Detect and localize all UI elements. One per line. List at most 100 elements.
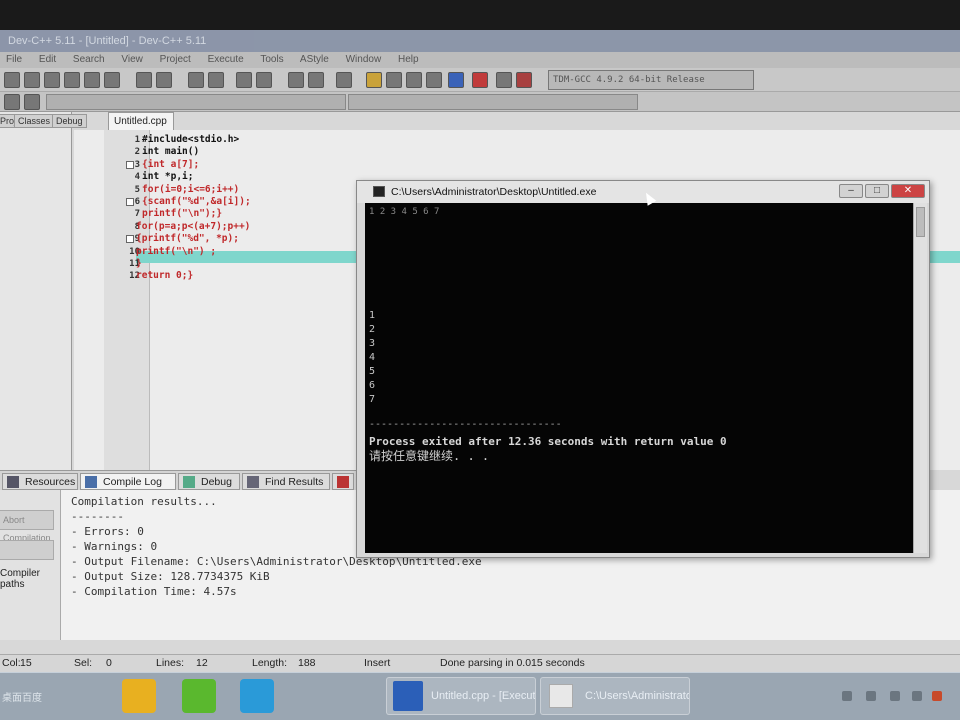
status-col-label: Col:	[2, 657, 21, 669]
code-text: {scanf("%d",&a[i]);	[142, 196, 251, 207]
tray-icon[interactable]	[866, 691, 876, 701]
status-length-label: Length:	[252, 657, 288, 669]
menu-file[interactable]: File	[6, 54, 22, 65]
tab-debug[interactable]: Debug	[178, 473, 240, 490]
run-icon[interactable]	[386, 72, 402, 88]
save-icon[interactable]	[44, 72, 60, 88]
compile-run-icon[interactable]	[406, 72, 422, 88]
toggle-icon[interactable]	[24, 94, 40, 110]
undo-icon[interactable]	[136, 72, 152, 88]
insert-icon[interactable]	[4, 94, 20, 110]
taskbar-devcpp[interactable]: Untitled.cpp - [Executing] - Dev-C++ 5.1…	[386, 677, 536, 715]
line-number: 5	[134, 184, 140, 195]
tab-resources-label: Resources	[25, 476, 76, 488]
taskbar: 桌面百度 Untitled.cpp - [Executing] - Dev-C+…	[0, 672, 960, 720]
print-icon[interactable]	[104, 72, 120, 88]
code-line: 3 {int a[7];	[74, 159, 960, 171]
menu-edit[interactable]: Edit	[39, 54, 56, 65]
menu-search[interactable]: Search	[73, 54, 105, 65]
unindent-icon[interactable]	[256, 72, 272, 88]
console-output[interactable]: 1 2 3 4 5 6 7 1 2 3 4 5 6 7 ------------…	[365, 203, 913, 553]
profile-icon[interactable]	[496, 72, 512, 88]
goto-line-icon[interactable]	[308, 72, 324, 88]
tab-compile-log[interactable]: Compile Log	[80, 473, 176, 490]
tab-compile-log-label: Compile Log	[103, 476, 162, 488]
ide-title-bar: Dev-C++ 5.11 - [Untitled] - Dev-C++ 5.11	[0, 30, 960, 52]
tab-classes[interactable]: Classes	[14, 114, 55, 128]
code-line: 1 #include<stdio.h>	[74, 134, 960, 146]
member-combo[interactable]	[348, 94, 638, 110]
log-line: - Errors: 0	[71, 525, 144, 538]
console-input-line: 1 2 3 4 5 6 7	[369, 207, 440, 217]
debug-icon[interactable]	[516, 72, 532, 88]
tab-resources[interactable]: Resources	[2, 473, 78, 490]
resources-icon	[7, 476, 19, 488]
log-line: --------	[71, 510, 124, 523]
console-press-key: 请按任意键继续. . .	[369, 449, 490, 463]
iqiyi-icon[interactable]	[182, 679, 216, 713]
tab-find-results[interactable]: Find Results	[242, 473, 330, 490]
console-app-icon	[549, 684, 573, 708]
bottom-tabs: Resources Compile Log Debug Find Results	[0, 470, 360, 490]
close-button[interactable]: ✕	[891, 184, 925, 198]
main-toolbar: TDM-GCC 4.9.2 64-bit Release	[0, 68, 960, 92]
editor-tab-untitled[interactable]: Untitled.cpp	[108, 112, 174, 130]
scrollbar-thumb[interactable]	[916, 207, 925, 237]
console-output-line: 4	[369, 352, 376, 363]
class-combo[interactable]	[46, 94, 346, 110]
line-number: 1	[134, 135, 140, 145]
save-all-icon[interactable]	[64, 72, 80, 88]
check-syntax-icon[interactable]	[448, 72, 464, 88]
tab-close[interactable]	[332, 473, 354, 490]
rebuild-icon[interactable]	[426, 72, 442, 88]
fold-toggle-icon[interactable]	[126, 235, 134, 244]
volume-icon[interactable]	[932, 691, 942, 701]
menu-project[interactable]: Project	[160, 54, 191, 65]
tray-icon[interactable]	[842, 691, 852, 701]
minimize-button[interactable]: ‒	[839, 184, 863, 198]
new-file-icon[interactable]	[4, 72, 20, 88]
network-icon[interactable]	[912, 691, 922, 701]
taskbar-console[interactable]: C:\Users\Administrator\Desktop\Untitled.…	[540, 677, 690, 715]
log-sidebar: Abort Compilation Compiler paths	[0, 490, 60, 640]
replace-icon[interactable]	[208, 72, 224, 88]
tray-icon[interactable]	[890, 691, 900, 701]
fold-toggle-icon[interactable]	[126, 160, 134, 169]
new-project-icon[interactable]	[336, 72, 352, 88]
find-icon[interactable]	[188, 72, 204, 88]
console-scrollbar[interactable]	[913, 203, 927, 553]
bookmark-icon[interactable]	[288, 72, 304, 88]
menu-window[interactable]: Window	[346, 54, 382, 65]
baidu-app-icon[interactable]	[122, 679, 156, 713]
ide-title: Dev-C++ 5.11 - [Untitled] - Dev-C++ 5.11	[8, 35, 207, 47]
code-text: return 0;}	[136, 270, 194, 282]
taskbar-console-label: C:\Users\Administrator\Desktop\Untitled.…	[585, 690, 690, 702]
menu-execute[interactable]: Execute	[208, 54, 244, 65]
line-number: 7	[134, 209, 140, 220]
console-exit-message: Process exited after 12.36 seconds with …	[369, 435, 727, 448]
code-text: #include<stdio.h>	[142, 134, 240, 145]
indent-icon[interactable]	[236, 72, 252, 88]
compile-icon[interactable]	[366, 72, 382, 88]
fold-toggle-icon[interactable]	[126, 198, 134, 206]
stop-icon[interactable]	[472, 72, 488, 88]
open-file-icon[interactable]	[24, 72, 40, 88]
menu-bar: File Edit Search View Project Execute To…	[0, 52, 960, 68]
tab-debug-left[interactable]: Debug	[52, 114, 87, 128]
console-window[interactable]: C:\Users\Administrator\Desktop\Untitled.…	[356, 180, 930, 558]
redo-icon[interactable]	[156, 72, 172, 88]
browser-icon[interactable]	[240, 679, 274, 713]
menu-help[interactable]: Help	[398, 54, 419, 65]
menu-view[interactable]: View	[121, 54, 143, 65]
maximize-button[interactable]: □	[865, 184, 889, 198]
close-file-icon[interactable]	[84, 72, 100, 88]
menu-tools[interactable]: Tools	[260, 54, 283, 65]
menu-astyle[interactable]: AStyle	[300, 54, 329, 65]
log-line: - Compilation Time: 4.57s	[71, 585, 237, 598]
abort-compilation-button[interactable]: Abort Compilation	[0, 510, 54, 543]
status-lines-label: Lines:	[156, 657, 185, 669]
compiler-select[interactable]: TDM-GCC 4.9.2 64-bit Release	[548, 70, 754, 90]
shorten-paths-button[interactable]	[0, 540, 54, 560]
status-lines: 12	[196, 657, 208, 669]
log-line: Compilation results...	[71, 495, 217, 508]
